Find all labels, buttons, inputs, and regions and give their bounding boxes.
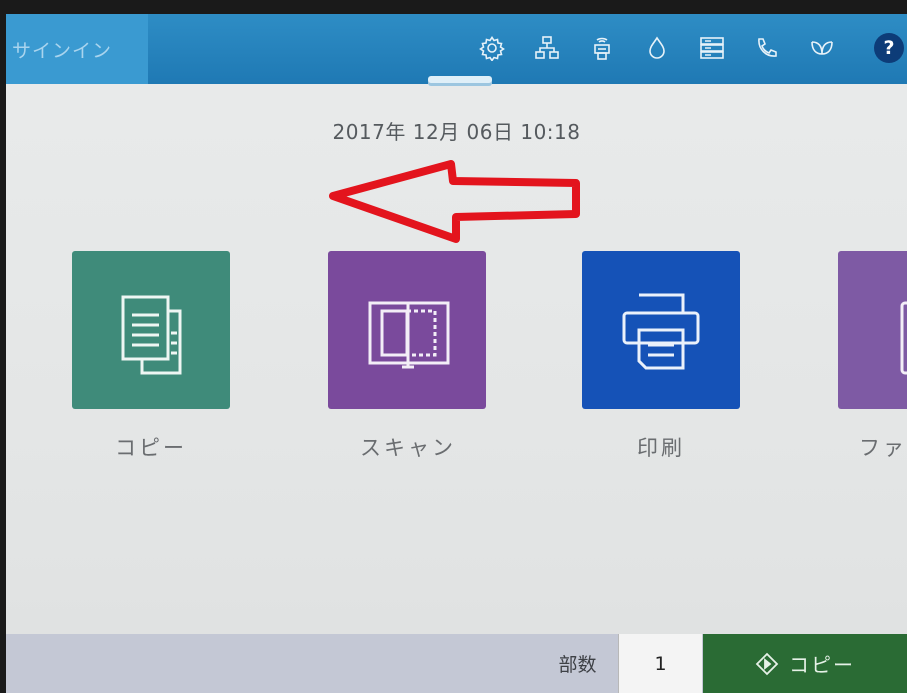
- printer-screen: サインイン ? 2017年 12月 06日 10:18 コピー スキャン 印刷 …: [6, 14, 907, 693]
- fax-app-label: ファ: [859, 436, 907, 460]
- copy-icon: [121, 295, 182, 375]
- annotation-arrow: [329, 160, 580, 243]
- dashboard-pull-handle[interactable]: [428, 76, 492, 86]
- copy-app-tile[interactable]: [72, 251, 230, 409]
- start-icon: [755, 652, 779, 675]
- date-time: 2017年 12月 06日 10:18: [332, 120, 581, 144]
- print-icon: [622, 293, 700, 370]
- ink-drop-icon[interactable]: [641, 32, 673, 64]
- top-bar: サインイン ?: [6, 14, 907, 86]
- fax-icon: [900, 301, 907, 375]
- phone-icon[interactable]: [751, 32, 783, 64]
- scan-icon: [368, 301, 450, 369]
- start-copy-button[interactable]: コピー: [703, 634, 907, 693]
- start-copy-label: コピー: [789, 653, 855, 677]
- signin-button[interactable]: サインイン: [6, 14, 148, 84]
- gear-icon[interactable]: [476, 32, 508, 64]
- copies-field[interactable]: 1: [618, 634, 702, 693]
- fax-app-tile[interactable]: [838, 251, 907, 409]
- leaf-icon[interactable]: [806, 32, 838, 64]
- print-app-tile[interactable]: [582, 251, 740, 409]
- scan-app-tile[interactable]: [328, 251, 486, 409]
- scan-app-label: スキャン: [360, 436, 456, 460]
- help-icon[interactable]: ?: [874, 33, 904, 63]
- copy-app-label: コピー: [115, 436, 187, 460]
- tray-icon[interactable]: [696, 32, 728, 64]
- print-app-label: 印刷: [637, 436, 685, 460]
- wireless-direct-icon[interactable]: [586, 32, 618, 64]
- copies-label: 部数: [558, 654, 597, 676]
- network-icon[interactable]: [531, 32, 563, 64]
